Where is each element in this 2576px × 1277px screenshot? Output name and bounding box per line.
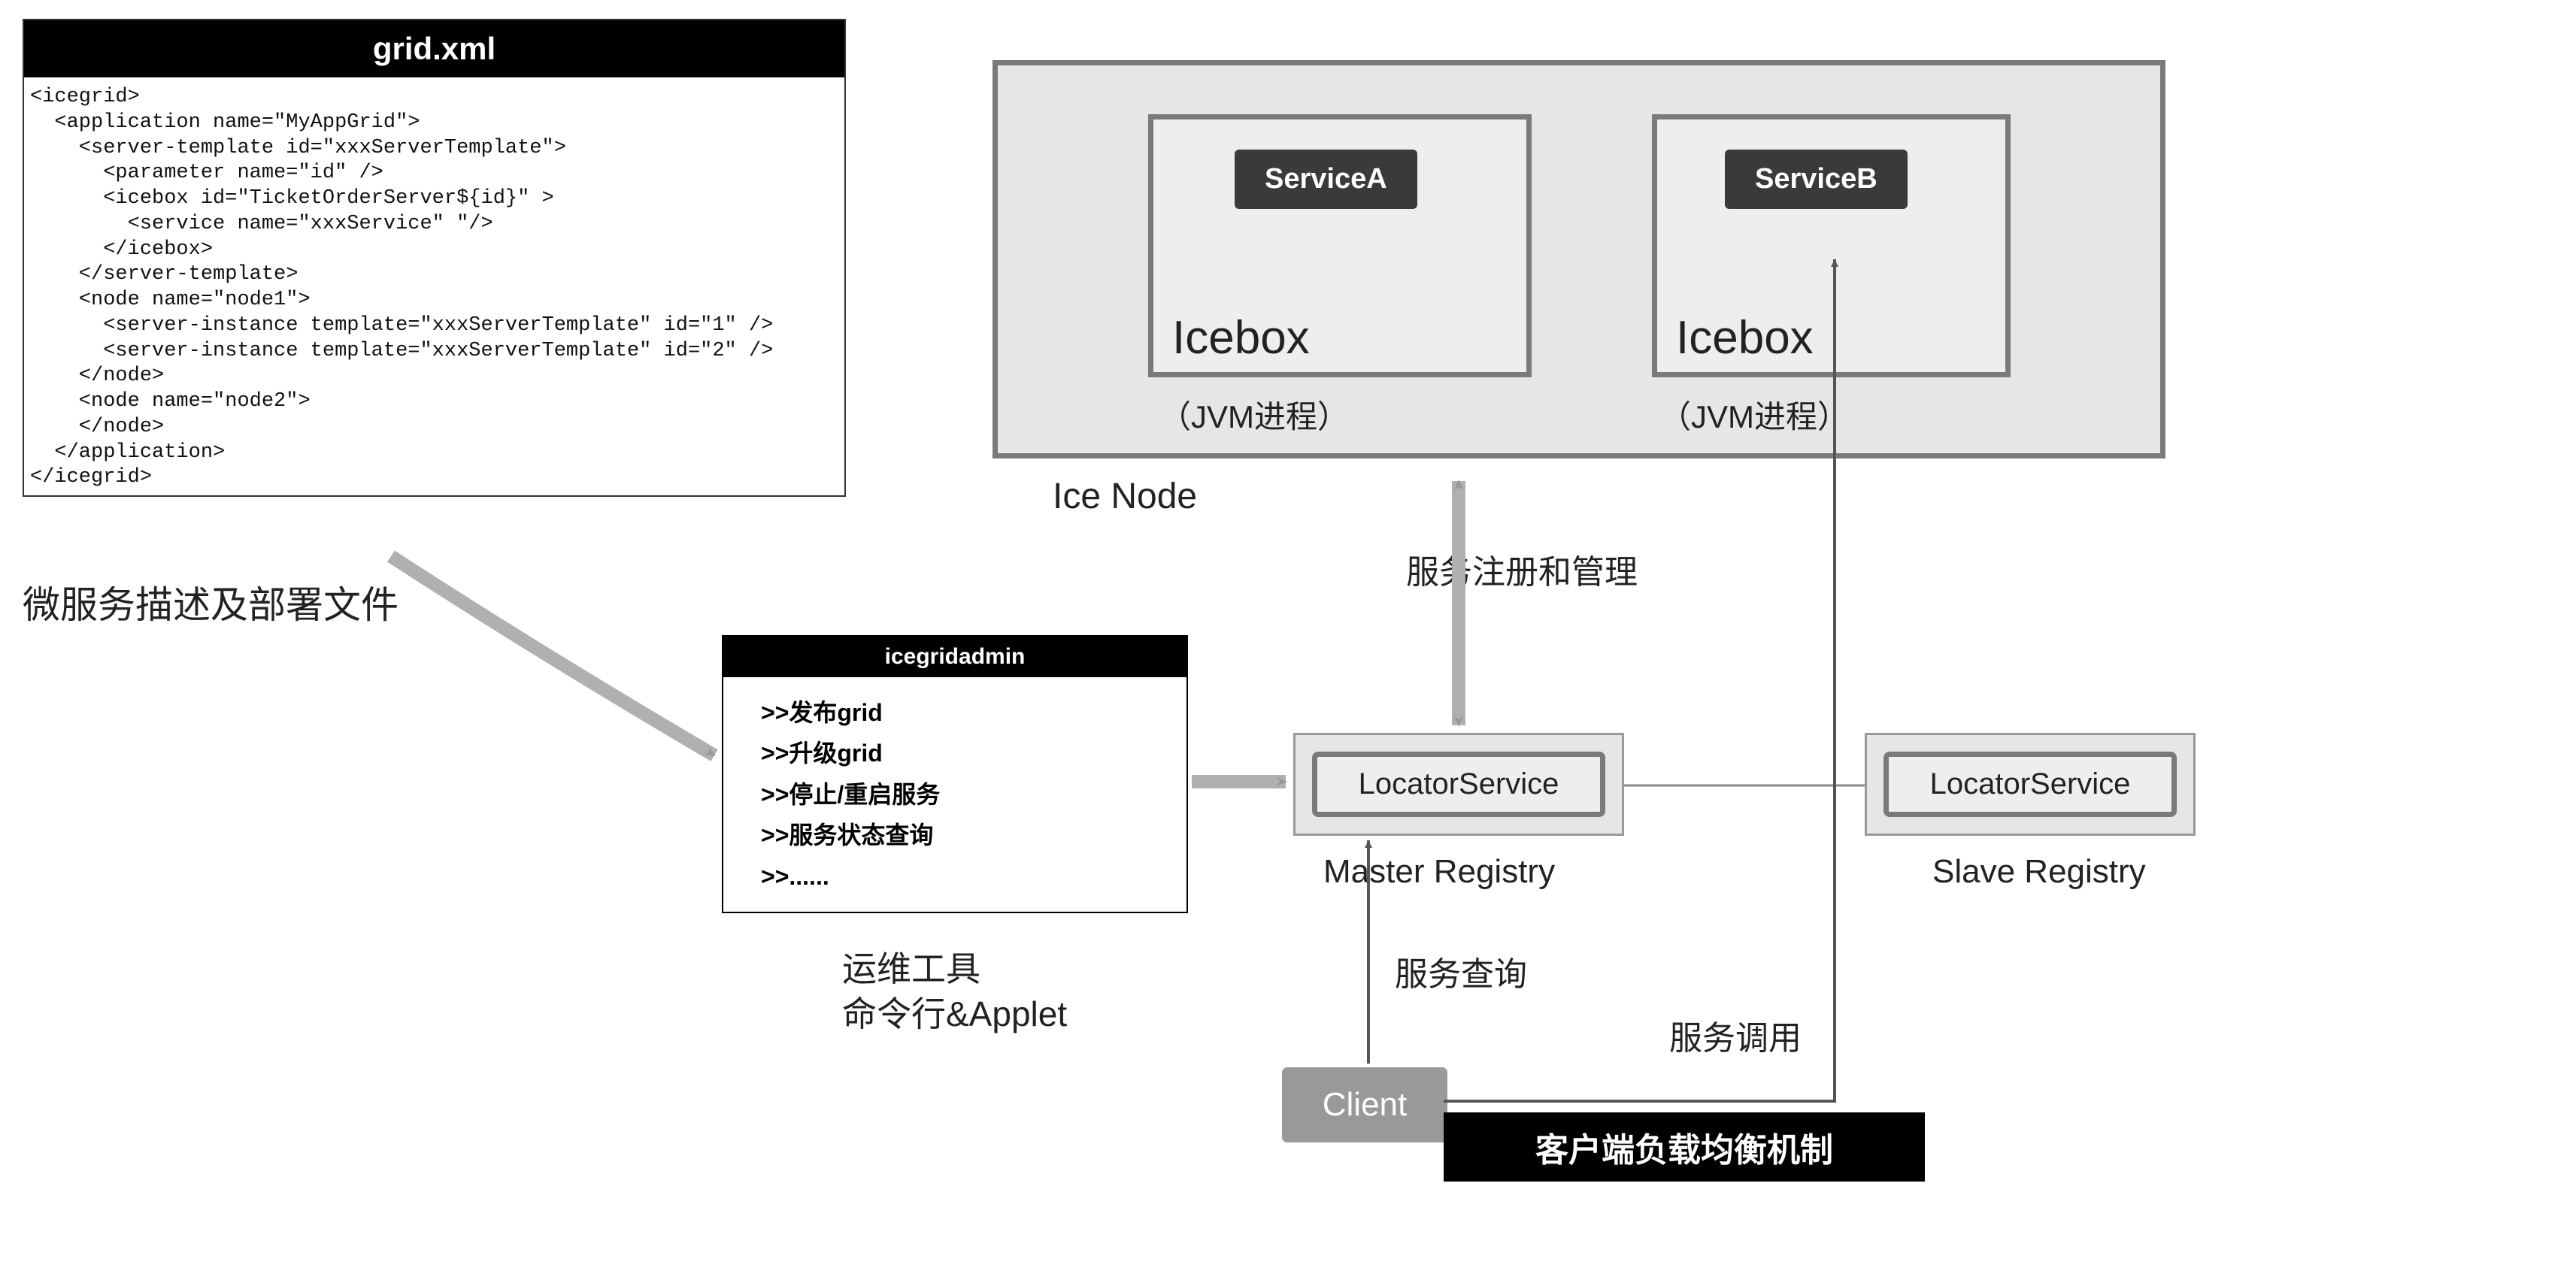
arrow-gridxml-to-admin xyxy=(391,556,714,755)
grid-xml-panel: grid.xml <icegrid> <application name="My… xyxy=(23,19,846,497)
icebox2-title: Icebox xyxy=(1676,311,1814,365)
admin-caption-line1: 运维工具 xyxy=(842,947,1067,992)
ice-node-label: Ice Node xyxy=(1053,476,1197,517)
jvm-label-1: （JVM进程） xyxy=(1159,392,1349,437)
locator-service-slave: LocatorService xyxy=(1884,752,2177,817)
master-registry-panel: LocatorService xyxy=(1293,733,1624,836)
client-load-balance-bar: 客户端负载均衡机制 xyxy=(1444,1112,1925,1182)
microservice-file-label: 微服务描述及部署文件 xyxy=(23,575,399,629)
admin-item: >>服务状态查询 xyxy=(761,815,1149,855)
service-a-box: ServiceA xyxy=(1235,150,1417,209)
icebox-2: ServiceB Icebox xyxy=(1652,114,2011,377)
icebox1-title: Icebox xyxy=(1172,311,1310,365)
admin-item: >>发布grid xyxy=(761,692,1149,733)
annotation-query: 服务查询 xyxy=(1395,947,1527,995)
master-registry-label: Master Registry xyxy=(1323,853,1555,891)
admin-caption: 运维工具 命令行&Applet xyxy=(842,947,1067,1037)
icegridadmin-body: >>发布grid >>升级grid >>停止/重启服务 >>服务状态查询 >>.… xyxy=(723,677,1186,912)
slave-registry-label: Slave Registry xyxy=(1932,853,2146,891)
locator-service-master: LocatorService xyxy=(1312,752,1605,817)
ice-node-container: ServiceA Icebox （JVM进程） ServiceB Icebox … xyxy=(993,60,2165,458)
client-box: Client xyxy=(1282,1067,1447,1142)
icebox-1: ServiceA Icebox xyxy=(1148,114,1532,377)
admin-caption-line2: 命令行&Applet xyxy=(842,992,1067,1037)
jvm-label-2: （JVM进程） xyxy=(1659,392,1849,437)
admin-item: >>升级grid xyxy=(761,733,1149,773)
service-b-box: ServiceB xyxy=(1725,150,1908,209)
annotation-invoke: 服务调用 xyxy=(1669,1011,1802,1059)
icegridadmin-title: icegridadmin xyxy=(723,637,1186,677)
grid-xml-code: <icegrid> <application name="MyAppGrid">… xyxy=(24,77,844,495)
slave-registry-panel: LocatorService xyxy=(1865,733,2196,836)
admin-item: >>...... xyxy=(761,856,1149,897)
icegridadmin-panel: icegridadmin >>发布grid >>升级grid >>停止/重启服务… xyxy=(722,635,1188,913)
grid-xml-title: grid.xml xyxy=(24,20,844,77)
admin-item: >>停止/重启服务 xyxy=(761,774,1149,815)
annotation-register: 服务注册和管理 xyxy=(1406,545,1638,593)
